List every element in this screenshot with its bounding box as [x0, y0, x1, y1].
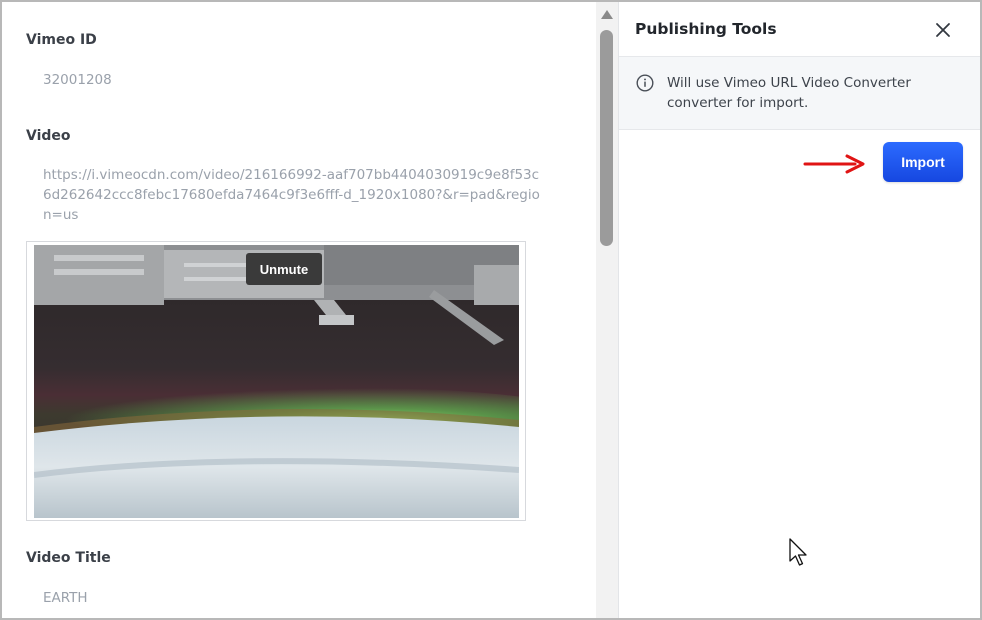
video-player[interactable]: Unmute: [34, 245, 519, 518]
mouse-cursor-icon: [789, 538, 807, 566]
close-button[interactable]: [933, 20, 953, 40]
app-window: Vimeo ID 32001208 Video https://i.vimeoc…: [0, 0, 982, 620]
video-title-label: Video Title: [26, 550, 111, 566]
info-text: Will use Vimeo URL Video Converter conve…: [667, 75, 911, 111]
scrollbar-thumb[interactable]: [600, 30, 613, 246]
import-button[interactable]: Import: [883, 142, 963, 182]
arrow-right-icon: [803, 154, 865, 174]
unmute-button[interactable]: Unmute: [246, 253, 322, 285]
close-icon: [936, 23, 950, 37]
info-icon: [636, 74, 654, 92]
video-label: Video: [26, 128, 71, 144]
vimeo-id-value[interactable]: 32001208: [43, 70, 112, 90]
publishing-tools-panel: Publishing Tools Will use Vimeo URL Vide…: [618, 2, 980, 618]
video-url-value[interactable]: https://i.vimeocdn.com/video/216166992-a…: [43, 165, 543, 225]
chevron-up-icon[interactable]: [601, 10, 613, 19]
video-form-panel: Vimeo ID 32001208 Video https://i.vimeoc…: [2, 2, 596, 618]
scrollbar[interactable]: [596, 2, 618, 618]
video-preview: Unmute: [26, 241, 526, 521]
video-thumbnail-image: [34, 245, 519, 518]
vimeo-id-label: Vimeo ID: [26, 32, 97, 48]
panel-title: Publishing Tools: [635, 20, 777, 38]
info-banner: Will use Vimeo URL Video Converter conve…: [619, 56, 980, 130]
video-title-value[interactable]: EARTH: [43, 588, 88, 608]
